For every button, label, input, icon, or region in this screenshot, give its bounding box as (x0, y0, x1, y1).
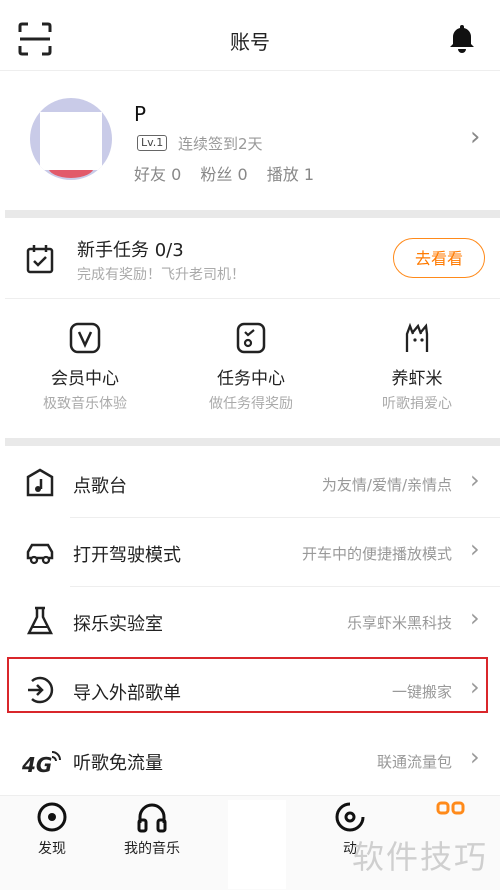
avatar[interactable] (30, 98, 112, 180)
task-center-icon (236, 322, 266, 354)
feature-title: 会员中心 (51, 369, 119, 389)
feature-subtitle: 听歌捐爱心 (382, 396, 452, 412)
task-subtitle: 完成有奖励！飞升老司机！ (77, 267, 245, 283)
tab-discover[interactable]: 发现 (20, 801, 84, 858)
user-name: P (134, 102, 147, 126)
checkin-text: 连续签到2天 (178, 135, 263, 153)
grid-icon (436, 801, 465, 815)
section-divider (5, 438, 500, 446)
4g-icon: 4G (22, 751, 61, 776)
feature-title: 养虾米 (391, 369, 443, 389)
profile-stats: 好友 0 粉丝 0 播放 1 (134, 161, 328, 185)
feature-raise-shrimp[interactable]: 养虾米 听歌捐爱心 (334, 322, 500, 413)
tab-label: 发现 (38, 841, 66, 857)
feature-vip-center[interactable]: 会员中心 极致音乐体验 (2, 322, 168, 413)
list-item-lab[interactable]: 探乐实验室 乐享虾米黑科技 › (0, 586, 500, 655)
highlight-box (7, 657, 488, 713)
tab-more[interactable] (436, 801, 466, 821)
feature-title: 任务中心 (217, 369, 285, 389)
svg-text:4G: 4G (22, 753, 52, 776)
list-item-hint: 为友情/爱情/亲情点 (321, 476, 452, 494)
chevron-right-icon: › (470, 604, 480, 632)
fans-count[interactable]: 粉丝 0 (200, 165, 247, 184)
bell-icon[interactable] (446, 22, 478, 54)
tab-label: 我的音乐 (124, 841, 180, 857)
list-item-hint: 开车中的便捷播放模式 (301, 545, 452, 563)
page-title: 账号 (230, 30, 270, 54)
feature-subtitle: 做任务得奖励 (209, 396, 293, 412)
plays-count[interactable]: 播放 1 (267, 165, 314, 184)
chevron-right-icon: › (470, 743, 480, 771)
shrimp-icon (405, 322, 429, 352)
section-divider (5, 210, 500, 218)
song-request-icon (26, 468, 54, 497)
list-item-free-data[interactable]: 4G 听歌免流量 联通流量包 › (0, 724, 500, 793)
discover-icon (37, 802, 67, 832)
calendar-check-icon (26, 245, 54, 274)
profile-chevron-icon[interactable]: › (470, 122, 480, 152)
go-see-button[interactable]: 去看看 (393, 238, 485, 278)
list-item-song-request[interactable]: 点歌台 为友情/爱情/亲情点 › (0, 448, 500, 517)
thin-divider (5, 298, 500, 299)
list-item-hint: 乐享虾米黑科技 (346, 614, 452, 632)
list-item-label: 探乐实验室 (73, 614, 163, 635)
car-icon (26, 543, 54, 565)
feature-subtitle: 极致音乐体验 (43, 396, 127, 412)
tab-my-music[interactable]: 我的音乐 (110, 801, 194, 858)
list-item-label: 听歌免流量 (73, 753, 163, 774)
feature-task-center[interactable]: 任务中心 做任务得奖励 (168, 322, 334, 413)
chevron-right-icon: › (470, 535, 480, 563)
headphones-icon (137, 803, 167, 833)
dynamic-icon (335, 802, 365, 832)
avatar-mask (40, 112, 102, 170)
watermark-text: 软件技巧 (352, 838, 489, 876)
level-badge: Lv.1 (137, 135, 168, 151)
lab-flask-icon (26, 606, 54, 635)
list-item-drive-mode[interactable]: 打开驾驶模式 开车中的便捷播放模式 › (0, 517, 500, 586)
vip-icon (69, 322, 101, 354)
list-item-label: 打开驾驶模式 (73, 545, 181, 566)
task-title: 新手任务 0/3 (77, 240, 184, 261)
list-item-hint: 联通流量包 (376, 753, 452, 771)
list-item-label: 点歌台 (73, 476, 127, 497)
blank-overlay (228, 800, 286, 889)
chevron-right-icon: › (470, 466, 480, 494)
friends-count[interactable]: 好友 0 (134, 165, 181, 184)
